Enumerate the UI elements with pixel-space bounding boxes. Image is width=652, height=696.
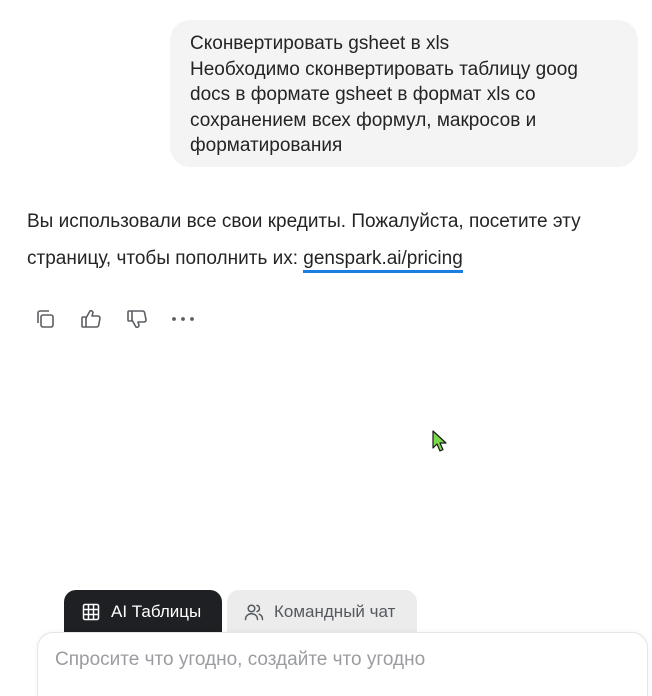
mouse-cursor-icon <box>432 430 447 452</box>
message-input[interactable] <box>55 649 625 681</box>
assistant-message-line: Вы использовали все свои кредиты. Пожалу… <box>27 211 581 232</box>
assistant-message: Вы использовали все свои кредиты. Пожалу… <box>27 203 637 277</box>
copy-button[interactable] <box>30 304 60 334</box>
tab-team-chat[interactable]: Командный чат <box>227 590 417 633</box>
user-message-line: Сконвертировать gsheet в xls <box>190 33 450 54</box>
assistant-message-line: страницу, чтобы пополнить их: genspark.a… <box>27 240 637 277</box>
user-message-line: Необходимо сконвертировать таблицу goog <box>190 58 578 80</box>
user-message-line: сохранением всех формул, макросов и <box>190 109 537 131</box>
message-composer <box>37 632 648 696</box>
message-actions <box>30 303 214 335</box>
tab-ai-sheets[interactable]: AI Таблицы <box>64 590 222 633</box>
table-grid-icon <box>81 602 101 622</box>
like-button[interactable] <box>76 304 106 334</box>
user-message-line: форматирования <box>190 135 343 156</box>
copy-icon <box>34 308 56 330</box>
user-message-line: docs в формате gsheet в формат xls со <box>190 84 536 105</box>
thumbs-up-icon <box>80 308 102 330</box>
chat-page: Сконвертировать gsheet в xls Необходимо … <box>0 0 652 696</box>
more-options-button[interactable] <box>168 304 198 334</box>
tab-label: Командный чат <box>274 601 396 621</box>
dislike-button[interactable] <box>122 304 152 334</box>
user-message-bubble: Сконвертировать gsheet в xls Необходимо … <box>170 20 638 167</box>
tab-label: AI Таблицы <box>111 601 202 621</box>
thumbs-down-icon <box>126 308 148 330</box>
pricing-link[interactable]: genspark.ai/pricing <box>303 248 463 273</box>
more-icon <box>170 308 196 330</box>
mode-tabs: AI Таблицы Командный чат <box>64 590 417 633</box>
users-icon <box>244 602 264 622</box>
assistant-message-text: страницу, чтобы пополнить их: <box>27 248 304 269</box>
